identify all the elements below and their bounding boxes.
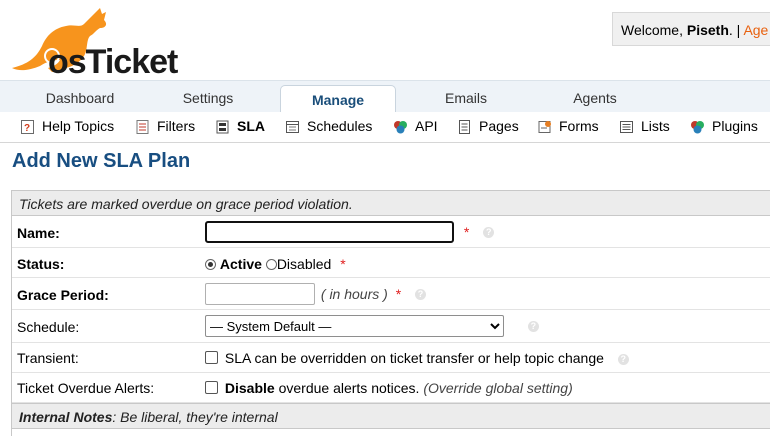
- grace-period-required: *: [395, 285, 402, 302]
- overdue-alerts-bold: Disable: [224, 380, 275, 396]
- help-icon[interactable]: ?: [415, 289, 427, 301]
- page-title: Add New SLA Plan: [12, 150, 191, 172]
- subnav-label: Help Topics: [42, 118, 115, 134]
- subnav-label: SLA: [237, 118, 265, 134]
- forms-icon: [538, 121, 551, 133]
- schedule-label: Schedule:: [17, 319, 80, 335]
- subnav-label: Forms: [559, 118, 599, 134]
- tab-settings[interactable]: Settings: [158, 81, 258, 112]
- status-active-radio[interactable]: [205, 259, 216, 270]
- tab-dashboard[interactable]: Dashboard: [30, 81, 130, 112]
- lists-icon: [620, 121, 633, 133]
- schedule-field-wrap: — System Default — ?: [205, 315, 539, 337]
- help-icon[interactable]: ?: [527, 321, 539, 333]
- subnav-label: Pages: [479, 118, 519, 134]
- grace-period-row: Grace Period: ( in hours ) * ?: [12, 278, 770, 310]
- overdue-alerts-label: Ticket Overdue Alerts:: [17, 380, 155, 396]
- sla-form: Tickets are marked overdue on grace peri…: [11, 190, 770, 436]
- internal-notes-title: Internal Notes: [19, 409, 113, 425]
- help-topics-icon: ?: [21, 120, 34, 134]
- status-disabled-radio[interactable]: [265, 259, 277, 270]
- pages-icon: [459, 120, 470, 134]
- subnav-label: API: [415, 118, 438, 134]
- transient-label: Transient:: [17, 350, 79, 366]
- transient-field-wrap: SLA can be overridden on ticket transfer…: [205, 350, 629, 366]
- svg-text:?: ?: [24, 123, 30, 134]
- form-intro-row: Tickets are marked overdue on grace peri…: [12, 191, 770, 216]
- username: Piseth: [686, 22, 729, 38]
- help-icon[interactable]: ?: [483, 227, 495, 239]
- transient-checkbox[interactable]: [205, 351, 218, 364]
- tab-emails[interactable]: Emails: [416, 81, 516, 112]
- status-disabled-label: Disabled: [276, 256, 332, 272]
- status-label: Status:: [17, 256, 65, 272]
- tab-agents[interactable]: Agents: [545, 81, 645, 112]
- schedule-row: Schedule: — System Default — ?: [12, 310, 770, 343]
- filters-icon: [136, 120, 149, 134]
- main-tabs: Dashboard Settings Manage Emails Agents: [0, 80, 770, 116]
- kangaroo-icon: osTicket: [12, 8, 179, 81]
- grace-period-input[interactable]: [205, 283, 315, 305]
- api-icon: [394, 121, 407, 134]
- help-icon[interactable]: ?: [617, 353, 629, 365]
- plugins-icon: [691, 121, 704, 134]
- internal-notes-row: Internal Notes: Be liberal, they're inte…: [12, 403, 770, 429]
- sub-navigation: ? Help Topics Filters SLA Schedules API …: [0, 112, 770, 143]
- overdue-alerts-checkbox[interactable]: [205, 381, 218, 394]
- overdue-alerts-text: overdue alerts notices.: [274, 380, 420, 396]
- grace-period-label: Grace Period:: [17, 287, 109, 303]
- sla-icon: [216, 120, 229, 134]
- name-row: Name: * ?: [12, 216, 770, 248]
- internal-notes-text: : Be liberal, they're internal: [112, 409, 278, 425]
- grace-period-hint: ( in hours ): [320, 285, 388, 302]
- welcome-prefix: Welcome,: [621, 22, 687, 38]
- header: osTicket Welcome, Piseth. | Age: [0, 0, 770, 81]
- transient-row: Transient: SLA can be overridden on tick…: [12, 343, 770, 373]
- name-label: Name:: [17, 225, 60, 241]
- logo-text: osTicket: [48, 43, 178, 76]
- welcome-suffix: . |: [728, 22, 744, 38]
- welcome-box: Welcome, Piseth. | Age: [612, 12, 770, 46]
- status-field-wrap: Active Disabled *: [205, 256, 346, 272]
- subnav-label: Lists: [641, 118, 670, 134]
- schedule-select[interactable]: — System Default —: [205, 315, 504, 337]
- status-row: Status: Active Disabled *: [12, 248, 770, 278]
- transient-text: SLA can be overridden on ticket transfer…: [224, 350, 604, 366]
- name-input[interactable]: [205, 221, 454, 243]
- schedules-icon: [286, 121, 299, 133]
- agent-panel-link[interactable]: Age: [743, 22, 768, 38]
- subnav-label: Plugins: [712, 118, 758, 134]
- overdue-alerts-row: Ticket Overdue Alerts: Disable overdue a…: [12, 373, 770, 403]
- overdue-alerts-note: (Override global setting): [423, 380, 573, 396]
- osticket-logo[interactable]: osTicket: [8, 6, 213, 81]
- status-active-label: Active: [219, 256, 262, 272]
- subnav-label: Schedules: [307, 118, 373, 134]
- overdue-alerts-field-wrap: Disable overdue alerts notices. (Overrid…: [205, 380, 573, 396]
- internal-notes-header: Internal Notes: Be liberal, they're inte…: [19, 409, 278, 425]
- name-required: *: [463, 223, 470, 240]
- name-field-wrap: * ?: [205, 221, 495, 243]
- status-required: *: [340, 256, 346, 272]
- subnav-label: Filters: [157, 118, 196, 134]
- form-intro-text: Tickets are marked overdue on grace peri…: [19, 196, 353, 212]
- grace-period-field-wrap: ( in hours ) * ?: [205, 283, 427, 305]
